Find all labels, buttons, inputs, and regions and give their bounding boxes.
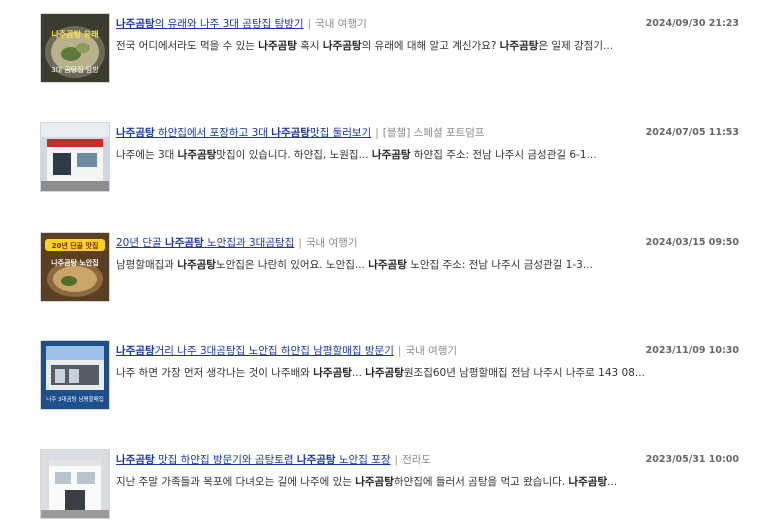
title-text[interactable]: 맛집 둘러보기 [310, 127, 371, 139]
search-result: 나주곰탕 맛집 하얀집 방문기와 곰탕토렴 나주곰탕 노안집 포장 | 전라도 20… [40, 449, 745, 521]
title-text[interactable]: 맛집 하얀집 방문기와 곰탕토렴 [155, 454, 297, 466]
result-title-link[interactable]: 나주곰탕 맛집 하얀집 방문기와 곰탕토렴 나주곰탕 노안집 포장 [116, 454, 391, 466]
snippet-keyword-highlight: 나주곰탕 [313, 367, 352, 379]
snippet-text: 하얀집 주소: 전남 나주시 금성관길 6-1... [410, 149, 597, 161]
result-title-link[interactable]: 나주곰탕의 유래와 나주 3대 곰탕집 탐방기 [116, 18, 304, 30]
search-result: 20년 단골 맛집 나주곰탕 노안집 20년 단골 나주곰탕 노안집과 3대곰탕… [40, 232, 745, 304]
title-keyword-highlight[interactable]: 나주곰탕 [116, 18, 155, 30]
snippet-text: 하얀집에 들러서 곰탕을 먹고 왔습니다. [393, 476, 569, 488]
result-date: 2024/07/05 11:53 [645, 127, 739, 138]
snippet-text: 노안집 주소: 전남 나주시 금성관길 1-3... [406, 259, 593, 271]
result-title-link[interactable]: 나주곰탕 하얀집에서 포장하고 3대 나주곰탕맛집 둘러보기 [116, 127, 371, 139]
title-keyword-highlight[interactable]: 나주곰탕 [116, 345, 155, 357]
title-text[interactable]: 20년 단골 [116, 237, 165, 249]
result-title-link[interactable]: 나주곰탕거리 나주 3대곰탕집 노안집 하얀집 남평할매집 방문기 [116, 345, 394, 357]
thumbnail-caption: 나주곰탕 노안집 [51, 258, 99, 267]
snippet-text: ... [607, 476, 618, 488]
result-date: 2024/03/15 09:50 [645, 237, 739, 248]
result-thumbnail[interactable]: 나주 3대곰탕 남평할매집 [40, 340, 110, 410]
result-snippet: 전국 어디에서라도 먹을 수 있는 나주곰탕 혹시 나주곰탕의 유래에 대해 알… [116, 38, 744, 54]
snippet-keyword-highlight: 나주곰탕 [177, 259, 216, 271]
snippet-text: 의 유래에 대해 알고 계신가요? [361, 40, 500, 52]
result-thumbnail[interactable] [40, 449, 110, 519]
result-date: 2023/11/09 10:30 [645, 345, 739, 356]
result-category[interactable]: 국내 여행기 [315, 18, 367, 30]
title-keyword-highlight[interactable]: 나주곰탕 [271, 127, 310, 139]
thumbnail-caption: 3대 곰탕집 탐방 [51, 65, 99, 74]
snippet-text: 노안집은 나란히 있어요. 노안집... [215, 259, 369, 271]
snippet-text: 은 일제 강점기... [538, 40, 614, 52]
title-keyword-highlight[interactable]: 나주곰탕 [116, 127, 155, 139]
title-keyword-highlight[interactable]: 나주곰탕 [297, 454, 336, 466]
thumbnail-caption: 나주곰탕 유래 [52, 29, 99, 39]
result-snippet: 남평할매집과 나주곰탕노안집은 나란히 있어요. 노안집... 나주곰탕 노안집… [116, 257, 744, 273]
snippet-text: 맛집이 있습니다. 하얀집, 노원집... [216, 149, 372, 161]
snippet-text: 원조집60년 남평할매집 전남 나주시 나주로 143 08... [403, 367, 645, 379]
result-date: 2023/05/31 10:00 [645, 454, 739, 465]
title-text[interactable]: 노안집과 3대곰탕집 [204, 237, 294, 249]
search-result: 나주곰탕 하얀집에서 포장하고 3대 나주곰탕맛집 둘러보기 | [블챌] 스페셜 … [40, 122, 745, 194]
snippet-text: 나주에는 3대 [116, 149, 178, 161]
title-text[interactable]: 노안집 포장 [336, 454, 391, 466]
snippet-keyword-highlight: 나주곰탕 [365, 367, 404, 379]
result-snippet: 나주에는 3대 나주곰탕맛집이 있습니다. 하얀집, 노원집... 나주곰탕 하… [116, 147, 744, 163]
result-thumbnail[interactable] [40, 122, 110, 192]
title-keyword-highlight[interactable]: 나주곰탕 [116, 454, 155, 466]
search-result: 나주곰탕 유래 3대 곰탕집 탐방 나주곰탕의 유래와 나주 3대 곰탕집 탐방… [40, 13, 745, 85]
search-result: 나주 3대곰탕 남평할매집 나주곰탕거리 나주 3대곰탕집 노안집 하얀집 남평… [40, 340, 745, 412]
snippet-keyword-highlight: 나주곰탕 [258, 40, 297, 52]
separator: | [397, 345, 402, 357]
result-snippet: 지난 주말 가족들과 목포에 다녀오는 길에 나주에 있는 나주곰탕하얀집에 들… [116, 474, 744, 490]
snippet-text: ... [351, 367, 366, 379]
snippet-text: 혹시 [296, 40, 323, 52]
snippet-keyword-highlight: 나주곰탕 [568, 476, 608, 488]
result-category[interactable]: 국내 여행기 [405, 345, 457, 357]
title-keyword-highlight[interactable]: 나주곰탕 [165, 237, 204, 249]
snippet-keyword-highlight: 나주곰탕 [499, 40, 539, 52]
thumbnail-caption: 나주 3대곰탕 남평할매집 [46, 395, 104, 403]
snippet-keyword-highlight: 나주곰탕 [368, 259, 407, 271]
snippet-keyword-highlight: 나주곰탕 [177, 149, 217, 161]
result-snippet: 나주 하면 가장 먼저 생각나는 것이 나주배와 나주곰탕... 나주곰탕원조집… [116, 365, 744, 381]
result-title-link[interactable]: 20년 단골 나주곰탕 노안집과 3대곰탕집 [116, 237, 294, 249]
snippet-keyword-highlight: 나주곰탕 [322, 40, 362, 52]
separator: | [307, 18, 312, 30]
result-category[interactable]: 전라도 [402, 454, 431, 466]
snippet-keyword-highlight: 나주곰탕 [371, 149, 411, 161]
title-text[interactable]: 하얀집에서 포장하고 3대 [155, 127, 272, 139]
snippet-text: 전국 어디에서라도 먹을 수 있는 [116, 40, 259, 52]
result-date: 2024/09/30 21:23 [645, 18, 739, 29]
snippet-text: 지난 주말 가족들과 목포에 다녀오는 길에 나주에 있는 [116, 476, 356, 488]
snippet-keyword-highlight: 나주곰탕 [355, 476, 394, 488]
title-text[interactable]: 거리 나주 3대곰탕집 노안집 하얀집 남평할매집 방문기 [155, 345, 394, 357]
separator: | [298, 237, 302, 249]
snippet-text: 나주 하면 가장 먼저 생각나는 것이 나주배와 [116, 367, 314, 379]
title-text[interactable]: 의 유래와 나주 3대 곰탕집 탐방기 [155, 18, 304, 30]
result-thumbnail[interactable]: 나주곰탕 유래 3대 곰탕집 탐방 [40, 13, 110, 83]
separator: | [394, 454, 399, 466]
thumbnail-caption: 20년 단골 맛집 [52, 241, 99, 250]
separator: | [375, 127, 379, 139]
result-category[interactable]: [블챌] 스페셜 포트덤프 [383, 127, 485, 139]
result-category[interactable]: 국내 여행기 [306, 237, 358, 249]
snippet-text: 남평할매집과 [116, 259, 178, 271]
result-thumbnail[interactable]: 20년 단골 맛집 나주곰탕 노안집 [40, 232, 110, 302]
